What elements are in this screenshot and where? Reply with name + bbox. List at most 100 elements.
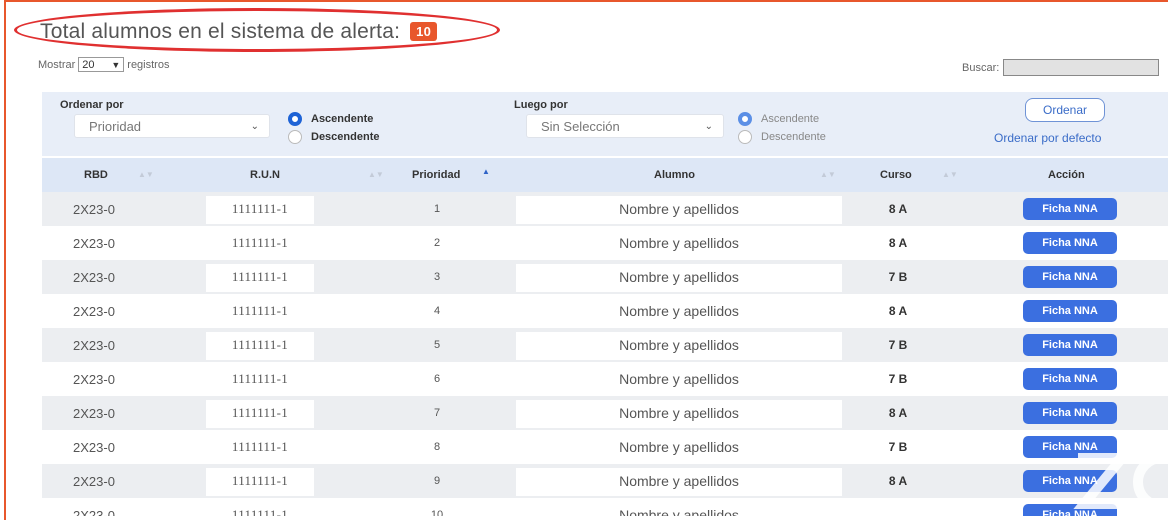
ficha-nna-button[interactable]: Ficha NNA — [1023, 198, 1117, 220]
cell-run: 1111111-1 — [231, 337, 289, 352]
page-length-control: Mostrar 20 ▼ registros — [38, 57, 169, 72]
cell-rbd: 2X23-0 — [73, 201, 115, 217]
cell-prioridad: 7 — [433, 407, 441, 419]
ficha-nna-button[interactable]: Ficha NNA — [1023, 334, 1117, 356]
page-length-select[interactable]: 20 ▼ — [78, 57, 125, 72]
radio-selected-icon — [738, 112, 752, 126]
table-row: 2X23-0 1111111-1 2 Nombre y apellidos 8 A Fic… — [42, 226, 1168, 260]
sort-panel: Ordenar por Prioridad ⌄ Ascendente Desce… — [42, 92, 1168, 156]
order-by-desc-radio[interactable]: Descendente — [288, 130, 379, 144]
column-header-label: Curso — [880, 169, 912, 181]
cell-rbd: 2X23-0 — [73, 371, 115, 387]
then-by-asc-label: Ascendente — [761, 113, 820, 125]
chevron-down-icon: ▼ — [111, 59, 121, 70]
then-by-value: Sin Selección — [541, 118, 620, 134]
radio-selected-icon — [288, 112, 302, 126]
cell-prioridad: 4 — [433, 305, 441, 317]
cell-run: 1111111-1 — [231, 371, 289, 386]
cell-prioridad: 6 — [433, 373, 441, 385]
order-by-asc-label: Ascendente — [311, 113, 374, 125]
column-header-alumno[interactable]: Alumno — [654, 158, 695, 192]
cell-prioridad: 8 — [433, 441, 441, 453]
show-suffix: registros — [127, 58, 170, 71]
column-header-curso[interactable]: Curso — [880, 158, 912, 192]
search-control: Buscar: — [962, 59, 1160, 76]
search-input[interactable] — [1003, 59, 1160, 76]
table-row: 2X23-0 1111111-1 6 Nombre y apellidos 7 B Fic… — [42, 362, 1168, 396]
column-header-label: RBD — [84, 169, 108, 181]
column-header-label: Prioridad — [412, 169, 461, 181]
table-row: 2X23-0 1111111-1 4 Nombre y apellidos 8 A Fic… — [42, 294, 1168, 328]
cell-run: 1111111-1 — [231, 405, 289, 420]
cell-alumno: Nombre y apellidos — [619, 371, 739, 387]
cell-run: 1111111-1 — [231, 439, 289, 454]
ficha-nna-button[interactable]: Ficha NNA — [1023, 232, 1117, 254]
cell-curso: 8 A — [888, 202, 908, 216]
cell-curso: 7 B — [888, 440, 908, 454]
cell-rbd: 2X23-0 — [73, 405, 115, 421]
then-by-asc-radio[interactable]: Ascendente — [738, 112, 819, 126]
ficha-nna-button[interactable]: Ficha NNA — [1023, 266, 1117, 288]
radio-unselected-icon — [288, 130, 302, 144]
column-header-run[interactable]: R.U.N — [250, 158, 280, 192]
table-row: 2X23-0 1111111-1 5 Nombre y apellidos 7 B Fic… — [42, 328, 1168, 362]
column-header-prioridad[interactable]: Prioridad — [412, 158, 460, 192]
cell-rbd: 2X23-0 — [73, 473, 115, 489]
cell-prioridad: 10 — [430, 509, 444, 516]
cell-rbd: 2X23-0 — [73, 439, 115, 455]
cell-prioridad: 1 — [433, 203, 441, 215]
radio-unselected-icon — [738, 130, 752, 144]
table-row: 2X23-0 1111111-1 1 Nombre y apellidos 8 A Fic… — [42, 192, 1168, 226]
column-header-accion: Acción — [1048, 158, 1085, 192]
sort-icon: ▲▼ — [942, 170, 958, 179]
cell-alumno: Nombre y apellidos — [619, 337, 739, 353]
order-by-asc-radio[interactable]: Ascendente — [288, 112, 373, 126]
page-title-text: Total alumnos en el sistema de alerta: — [40, 20, 401, 43]
sort-asc-icon: ▲ — [482, 167, 490, 176]
cell-run: 1111111-1 — [231, 235, 289, 250]
cell-accion: Ficha NNA — [1022, 328, 1118, 362]
cell-run: 1111111-1 — [231, 303, 289, 318]
cell-curso: 8 A — [888, 236, 908, 250]
page-frame: Total alumnos en el sistema de alerta: 1… — [4, 0, 1168, 520]
order-by-select[interactable]: Prioridad ⌄ — [74, 114, 270, 138]
table-row: 2X23-0 1111111-1 3 Nombre y apellidos 7 B Fic… — [42, 260, 1168, 294]
table-row: 2X23-0 1111111-1 10 Nombre y apellidos Ficha… — [42, 498, 1168, 516]
cell-prioridad: 5 — [433, 339, 441, 351]
cell-prioridad: 9 — [433, 475, 441, 487]
search-label: Buscar: — [962, 61, 1000, 74]
order-by-desc-label: Descendente — [311, 131, 380, 143]
cell-curso: 7 B — [888, 338, 908, 352]
order-by-label: Ordenar por — [60, 99, 124, 111]
order-button[interactable]: Ordenar — [1025, 98, 1105, 122]
cell-run: 1111111-1 — [231, 269, 289, 284]
cell-alumno: Nombre y apellidos — [619, 235, 739, 251]
chevron-down-icon: ⌄ — [250, 120, 259, 132]
ficha-nna-button[interactable]: Ficha NNA — [1023, 300, 1117, 322]
then-by-label: Luego por — [514, 99, 568, 111]
default-order-link[interactable]: Ordenar por defecto — [994, 131, 1101, 145]
cell-accion: Ficha NNA — [1022, 362, 1118, 396]
show-prefix: Mostrar — [38, 58, 76, 71]
cell-curso: 7 B — [888, 372, 908, 386]
page-length-value: 20 — [82, 58, 95, 71]
alert-count-badge: 10 — [410, 22, 438, 41]
column-header-rbd[interactable]: RBD — [84, 158, 108, 192]
cell-run: 1111111-1 — [231, 201, 289, 216]
then-by-desc-radio[interactable]: Descendente — [738, 130, 826, 144]
cell-accion: Ficha NNA — [1022, 226, 1118, 260]
cell-alumno: Nombre y apellidos — [619, 507, 739, 516]
then-by-select[interactable]: Sin Selección ⌄ — [526, 114, 724, 138]
ficha-nna-button[interactable]: Ficha NNA — [1023, 368, 1117, 390]
cell-alumno: Nombre y apellidos — [619, 201, 739, 217]
column-header-label: Alumno — [654, 169, 695, 181]
cell-curso: 8 A — [888, 406, 908, 420]
ficha-nna-button[interactable]: Ficha NNA — [1023, 402, 1117, 424]
cell-alumno: Nombre y apellidos — [619, 269, 739, 285]
cell-accion: Ficha NNA — [1022, 396, 1118, 430]
cell-accion: Ficha NNA — [1022, 192, 1118, 226]
table-body: 2X23-0 1111111-1 1 Nombre y apellidos 8 A Fic… — [42, 192, 1168, 516]
cell-alumno: Nombre y apellidos — [619, 405, 739, 421]
then-by-desc-label: Descendente — [761, 131, 826, 143]
table-row: 2X23-0 1111111-1 9 Nombre y apellidos 8 A Fic… — [42, 464, 1168, 498]
